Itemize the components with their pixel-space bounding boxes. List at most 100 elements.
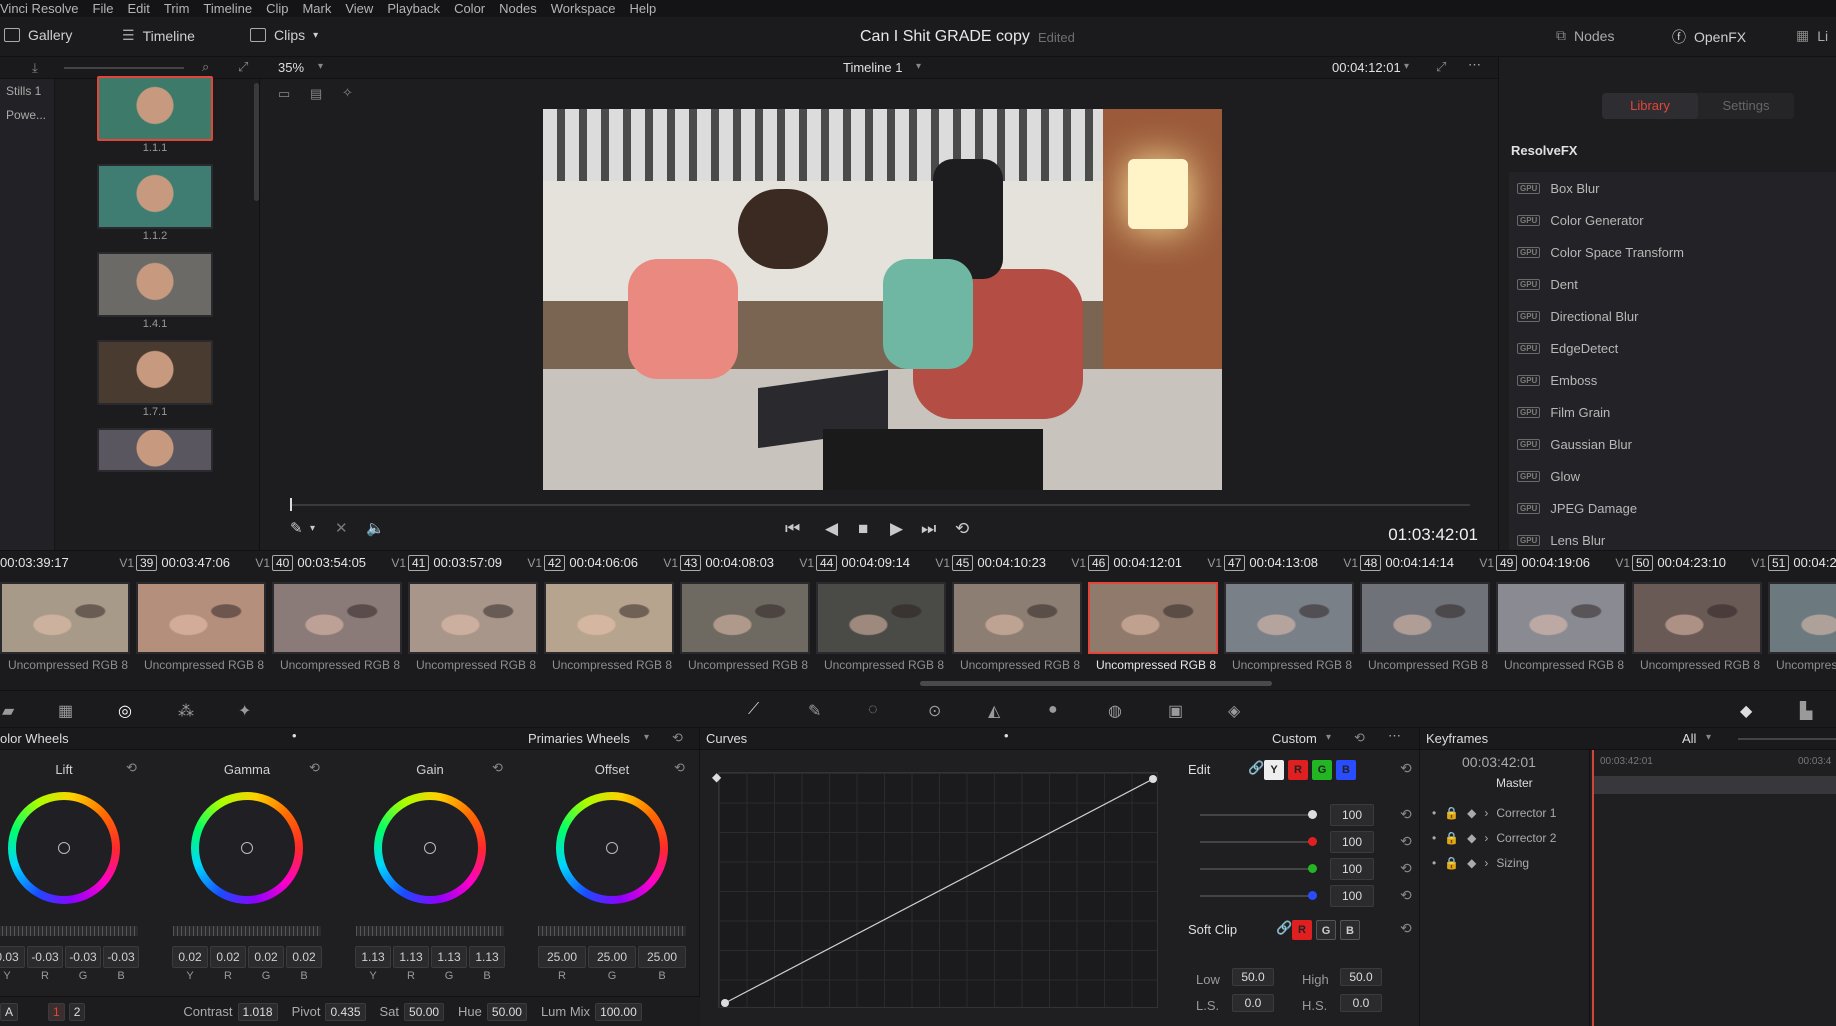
- blur-icon[interactable]: ●: [1048, 701, 1058, 719]
- wheel-value[interactable]: 1.13: [469, 946, 505, 968]
- clip-item[interactable]: 47 00:04:13:08 V1 Uncompressed RGB 8: [1224, 555, 1360, 672]
- mode-a[interactable]: A: [0, 1002, 19, 1021]
- timeline-toggle[interactable]: ☰ Timeline: [122, 27, 195, 44]
- effect-item[interactable]: GPU Color Space Transform: [1509, 236, 1836, 268]
- color-wheels-icon[interactable]: ◎: [118, 701, 132, 721]
- channel-intensity-slider[interactable]: 100 ⟲: [1190, 804, 1412, 826]
- wheel-handle[interactable]: [241, 842, 253, 854]
- page-dot[interactable]: •: [1004, 728, 1009, 743]
- gallery-still[interactable]: [97, 252, 213, 317]
- clip-item[interactable]: 50 00:04:23:10 V1 Uncompressed RGB 8: [1632, 555, 1768, 672]
- effect-item[interactable]: GPU JPEG Damage: [1509, 492, 1836, 524]
- link-icon[interactable]: 🔗: [1276, 920, 1292, 936]
- hue-value[interactable]: 50.00: [486, 1002, 527, 1021]
- slider-value[interactable]: 100: [1330, 831, 1374, 853]
- low-value[interactable]: 50.0: [1232, 968, 1274, 986]
- page-1[interactable]: 1: [48, 1002, 65, 1021]
- effect-item[interactable]: GPU Glow: [1509, 460, 1836, 492]
- keyframes-filter[interactable]: All: [1682, 731, 1696, 746]
- clip-item[interactable]: 41 00:03:57:09 V1 Uncompressed RGB 8: [408, 555, 544, 672]
- chip-y[interactable]: Y: [1264, 760, 1284, 780]
- album-power-grades[interactable]: Powe...: [0, 103, 54, 127]
- wheel-handle[interactable]: [606, 842, 618, 854]
- tab-settings[interactable]: Settings: [1698, 93, 1794, 119]
- playhead[interactable]: [290, 498, 292, 511]
- wheel-handle[interactable]: [58, 842, 70, 854]
- video-frame[interactable]: [543, 109, 1222, 490]
- clip-item[interactable]: 49 00:04:19:06 V1 Uncompressed RGB 8: [1496, 555, 1632, 672]
- qualifier-icon[interactable]: ✎: [808, 701, 821, 721]
- effect-item[interactable]: GPU Film Grain: [1509, 396, 1836, 428]
- wipe-icon[interactable]: ▤: [310, 86, 322, 102]
- menu-item[interactable]: Nodes: [499, 0, 537, 17]
- menu-item[interactable]: Trim: [164, 0, 190, 17]
- wheel-value[interactable]: 25.00: [638, 946, 686, 968]
- color-wheel[interactable]: [8, 792, 120, 904]
- openfx-toggle[interactable]: ⓕ OpenFX: [1672, 27, 1746, 47]
- wheel-value[interactable]: 1.13: [355, 946, 391, 968]
- page-dot[interactable]: •: [292, 728, 297, 743]
- reset-icon[interactable]: ⟲: [1400, 806, 1412, 823]
- effect-item[interactable]: GPU Box Blur: [1509, 172, 1836, 204]
- wheel-value[interactable]: -0.03: [103, 946, 139, 968]
- hs-value[interactable]: 0.0: [1340, 994, 1382, 1012]
- search-icon[interactable]: ⌕: [202, 59, 209, 75]
- reset-icon[interactable]: ⟲: [309, 760, 320, 776]
- magic-wand-icon[interactable]: ✧: [342, 85, 353, 101]
- window-icon[interactable]: ◌: [868, 701, 878, 719]
- keyframes-zoom-slider[interactable]: [1738, 738, 1836, 740]
- effect-item[interactable]: GPU Directional Blur: [1509, 300, 1836, 332]
- eyedropper-icon[interactable]: ✎: [290, 519, 303, 537]
- channel-intensity-slider[interactable]: 100 ⟲: [1190, 831, 1412, 853]
- wheel-value[interactable]: 0.02: [248, 946, 284, 968]
- menu-item[interactable]: Playback: [387, 0, 440, 17]
- wheel-value[interactable]: 25.00: [588, 946, 636, 968]
- chip-g[interactable]: G: [1316, 920, 1336, 940]
- effect-item[interactable]: GPU Dent: [1509, 268, 1836, 300]
- effect-item[interactable]: GPU Color Generator: [1509, 204, 1836, 236]
- stop-icon[interactable]: ■: [858, 519, 868, 539]
- clip-item[interactable]: 48 00:04:14:14 V1 Uncompressed RGB 8: [1360, 555, 1496, 672]
- go-to-end-icon[interactable]: ⏭: [921, 519, 936, 539]
- page-2[interactable]: 2: [68, 1002, 86, 1021]
- fullscreen-icon[interactable]: ⤢: [1436, 59, 1446, 75]
- wheel-value[interactable]: 1.13: [393, 946, 429, 968]
- wheel-value[interactable]: -0.03: [27, 946, 63, 968]
- chevron-down-icon[interactable]: ▾: [310, 523, 315, 534]
- channel-intensity-slider[interactable]: 100 ⟲: [1190, 885, 1412, 907]
- color-wheel[interactable]: [191, 792, 303, 904]
- wheel-value[interactable]: 25.00: [538, 946, 586, 968]
- reset-icon[interactable]: ⟲: [674, 760, 685, 776]
- gallery-scrollbar[interactable]: [254, 83, 259, 201]
- gallery-toggle[interactable]: Gallery: [4, 27, 72, 43]
- wheel-value[interactable]: 0.03: [0, 946, 25, 968]
- slider-value[interactable]: 100: [1330, 804, 1374, 826]
- ls-value[interactable]: 0.0: [1232, 994, 1274, 1012]
- wheel-value[interactable]: 0.02: [172, 946, 208, 968]
- volume-icon[interactable]: 🔈: [366, 519, 385, 537]
- effect-item[interactable]: GPU EdgeDetect: [1509, 332, 1836, 364]
- slider-value[interactable]: 100: [1330, 885, 1374, 907]
- diamond-icon[interactable]: ◆: [1467, 856, 1476, 870]
- menu-item[interactable]: Help: [630, 0, 657, 17]
- clip-item[interactable]: 5100:04:28:18 Uncompressed RGB 8: [1768, 555, 1836, 672]
- curve-graph[interactable]: [718, 772, 1158, 1008]
- high-value[interactable]: 50.0: [1340, 968, 1382, 986]
- wheels-mode-select[interactable]: Primaries Wheels: [528, 731, 630, 746]
- lock-icon[interactable]: 🔒: [1444, 856, 1459, 870]
- sat-value[interactable]: 50.00: [404, 1002, 445, 1021]
- chip-r[interactable]: R: [1288, 760, 1308, 780]
- wheel-value[interactable]: 0.02: [286, 946, 322, 968]
- rgb-mixer-icon[interactable]: ⁂: [178, 701, 194, 721]
- reset-icon[interactable]: ⟲: [126, 760, 137, 776]
- more-options-icon[interactable]: ⋯: [1468, 57, 1481, 73]
- album-stills-1[interactable]: Stills 1: [0, 79, 54, 103]
- curve-handle-icon[interactable]: ◆: [712, 770, 721, 784]
- clip-item[interactable]: 00:03:39:17 V1 Uncompressed RGB 8: [0, 555, 136, 672]
- gallery-still[interactable]: [97, 340, 213, 405]
- curves-mode-select[interactable]: Custom: [1272, 731, 1317, 746]
- contrast-value[interactable]: 1.018: [237, 1002, 278, 1021]
- wheel-value[interactable]: -0.03: [65, 946, 101, 968]
- 3d-icon[interactable]: ◈: [1228, 701, 1240, 721]
- diamond-icon[interactable]: ◆: [1467, 806, 1476, 820]
